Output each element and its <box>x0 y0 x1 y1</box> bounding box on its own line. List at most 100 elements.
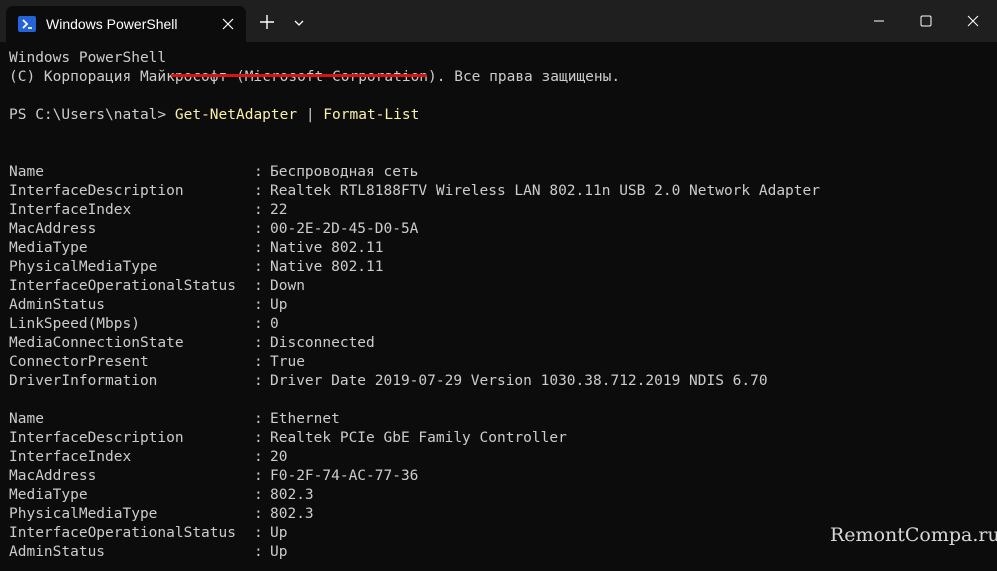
property-name: InterfaceIndex <box>9 202 132 218</box>
property-name: InterfaceOperationalStatus <box>9 278 236 294</box>
close-icon[interactable] <box>220 16 236 32</box>
property-separator: : <box>254 164 272 180</box>
property-name: ConnectorPresent <box>9 354 149 370</box>
property-name: InterfaceDescription <box>9 183 184 199</box>
property-row: InterfaceDescription: Realtek PCIe GbE F… <box>9 429 994 448</box>
window-close-button[interactable] <box>950 0 996 42</box>
property-name: InterfaceIndex <box>9 449 132 465</box>
property-separator: : <box>254 449 272 465</box>
close-icon <box>967 15 979 27</box>
property-separator: : <box>254 259 272 275</box>
property-name: DriverInformation <box>9 373 158 389</box>
tab-title: Windows PowerShell <box>46 16 178 32</box>
property-row: InterfaceIndex: 22 <box>9 201 994 220</box>
property-row: DriverInformation: Driver Date 2019-07-2… <box>9 372 994 391</box>
property-separator: : <box>254 468 272 484</box>
chevron-down-icon[interactable] <box>292 15 306 29</box>
property-value: Disconnected <box>270 335 375 351</box>
property-value: 20 <box>270 449 288 465</box>
tab-powershell[interactable]: Windows PowerShell <box>6 6 246 42</box>
property-value: Realtek PCIe GbE Family Controller <box>270 430 567 446</box>
property-row: InterfaceIndex: 20 <box>9 448 994 467</box>
property-value: 802.3 <box>270 506 314 522</box>
property-row: MacAddress: 00-2E-2D-45-D0-5A <box>9 220 994 239</box>
property-value: True <box>270 354 305 370</box>
property-name: MacAddress <box>9 221 97 237</box>
command-cmdlet: Get-NetAdapter <box>174 107 298 123</box>
property-separator: : <box>254 544 272 560</box>
property-name: PhysicalMediaType <box>9 259 158 275</box>
new-tab-plus-icon[interactable] <box>258 13 276 31</box>
property-value: Up <box>270 525 288 541</box>
header-line: Windows PowerShell <box>9 50 167 66</box>
property-separator: : <box>254 411 272 427</box>
terminal-output[interactable]: Windows PowerShell (C) Корпорация Майкро… <box>9 49 994 571</box>
adapter-list: Name: Беспроводная сеть InterfaceDescript… <box>9 163 994 562</box>
property-separator: : <box>254 278 272 294</box>
property-separator: : <box>254 183 272 199</box>
property-name: LinkSpeed(Mbps) <box>9 316 140 332</box>
property-value: Ethernet <box>270 411 340 427</box>
property-row: InterfaceDescription: Realtek RTL8188FTV… <box>9 182 994 201</box>
property-value: Down <box>270 278 305 294</box>
command-red-underline <box>171 74 427 77</box>
property-separator: : <box>254 316 272 332</box>
powershell-icon <box>18 16 36 32</box>
property-value: Native 802.11 <box>270 259 384 275</box>
property-value: 00-2E-2D-45-D0-5A <box>270 221 419 237</box>
property-row: ConnectorPresent: True <box>9 353 994 372</box>
property-separator: : <box>254 373 272 389</box>
property-name: AdminStatus <box>9 544 106 560</box>
property-name: MediaConnectionState <box>9 335 184 351</box>
property-name: InterfaceDescription <box>9 430 184 446</box>
property-row: Name: Ethernet <box>9 410 994 429</box>
property-row: LinkSpeed(Mbps): 0 <box>9 315 994 334</box>
property-name: Name <box>9 411 44 427</box>
property-name: Name <box>9 164 44 180</box>
minimize-icon <box>874 20 884 22</box>
property-value: Up <box>270 297 288 313</box>
powershell-window: Windows PowerShell Windows PowerShell (C… <box>0 0 997 571</box>
property-separator: : <box>254 506 272 522</box>
property-row: MediaType: Native 802.11 <box>9 239 994 258</box>
property-value: Realtek RTL8188FTV Wireless LAN 802.11n … <box>270 183 820 199</box>
property-name: MacAddress <box>9 468 97 484</box>
command-line: PS C:\Users\natal> Get-NetAdapter | Form… <box>9 106 994 125</box>
title-bar[interactable]: Windows PowerShell <box>0 0 997 42</box>
property-row: PhysicalMediaType: Native 802.11 <box>9 258 994 277</box>
property-value: 802.3 <box>270 487 314 503</box>
property-separator: : <box>254 221 272 237</box>
command-format: Format-List <box>323 107 420 123</box>
property-value: 22 <box>270 202 288 218</box>
property-row: MediaConnectionState: Disconnected <box>9 334 994 353</box>
property-name: PhysicalMediaType <box>9 506 158 522</box>
property-row: MacAddress: F0-2F-74-AC-77-36 <box>9 467 994 486</box>
property-value: Беспроводная сеть <box>270 164 419 180</box>
minimize-button[interactable] <box>856 0 902 42</box>
prompt: PS C:\Users\natal> <box>9 107 175 123</box>
property-separator: : <box>254 202 272 218</box>
watermark: RemontCompa.ru <box>830 524 997 546</box>
property-separator: : <box>254 240 272 256</box>
command-pipe: | <box>297 107 324 123</box>
property-separator: : <box>254 525 272 541</box>
property-separator: : <box>254 297 272 313</box>
property-row: PhysicalMediaType: 802.3 <box>9 505 994 524</box>
property-name: AdminStatus <box>9 297 106 313</box>
maximize-icon <box>920 15 932 27</box>
property-row: Name: Беспроводная сеть <box>9 163 994 182</box>
property-value: Driver Date 2019-07-29 Version 1030.38.7… <box>270 373 768 389</box>
property-name: MediaType <box>9 487 88 503</box>
property-value: Up <box>270 544 288 560</box>
property-name: MediaType <box>9 240 88 256</box>
property-row: InterfaceOperationalStatus: Down <box>9 277 994 296</box>
maximize-button[interactable] <box>903 0 949 42</box>
property-separator: : <box>254 335 272 351</box>
property-separator: : <box>254 487 272 503</box>
property-separator: : <box>254 430 272 446</box>
copyright-line: (C) Корпорация Майкрософт (Microsoft Cor… <box>9 69 621 85</box>
